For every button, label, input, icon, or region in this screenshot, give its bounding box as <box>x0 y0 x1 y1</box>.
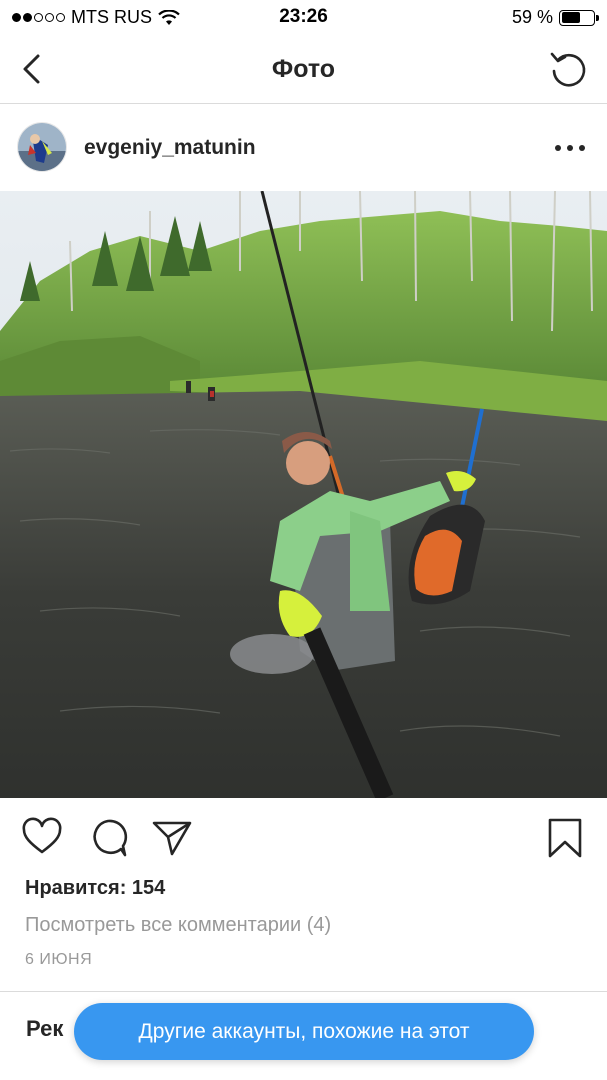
chevron-left-icon <box>23 54 40 84</box>
similar-accounts-button[interactable]: Другие аккаунты, похожие на этот <box>74 1003 534 1060</box>
battery-cap <box>596 14 599 21</box>
heart-icon <box>22 817 62 854</box>
avatar-image <box>18 123 66 171</box>
share-button[interactable] <box>150 816 194 860</box>
likes-count[interactable]: Нравится: 154 <box>25 877 165 900</box>
bookmark-icon <box>548 818 582 858</box>
nav-bar: Фото <box>0 34 607 104</box>
share-icon <box>152 821 192 856</box>
avatar[interactable] <box>17 122 67 172</box>
like-button[interactable] <box>20 816 64 860</box>
comment-icon <box>93 819 128 857</box>
post-photo[interactable] <box>0 191 607 798</box>
back-button[interactable] <box>14 50 52 88</box>
status-right: 59 % <box>511 7 599 28</box>
post-header: evgeniy_matunin <box>0 105 607 191</box>
save-button[interactable] <box>543 816 587 860</box>
refresh-icon <box>550 52 586 87</box>
comment-button[interactable] <box>86 816 130 860</box>
page-title: Фото <box>271 55 336 83</box>
divider <box>0 991 607 992</box>
more-dot-icon <box>567 145 573 151</box>
battery-fill <box>561 12 580 23</box>
fishing-photo-image <box>0 191 607 798</box>
battery-icon <box>559 9 599 26</box>
more-dot-icon <box>579 145 585 151</box>
post-username[interactable]: evgeniy_matunin <box>84 136 256 160</box>
view-comments-link[interactable]: Посмотреть все комментарии (4) <box>25 914 331 937</box>
battery-percent: 59 % <box>511 7 553 27</box>
refresh-button[interactable] <box>547 47 591 91</box>
action-bar <box>0 798 607 878</box>
more-dot-icon <box>555 145 561 151</box>
more-options-button[interactable] <box>555 137 585 159</box>
post-date: 6 ИЮНЯ <box>25 951 93 968</box>
recommendations-heading: Рек <box>26 1016 64 1041</box>
status-bar: MTS RUS 23:26 59 % <box>0 0 607 34</box>
